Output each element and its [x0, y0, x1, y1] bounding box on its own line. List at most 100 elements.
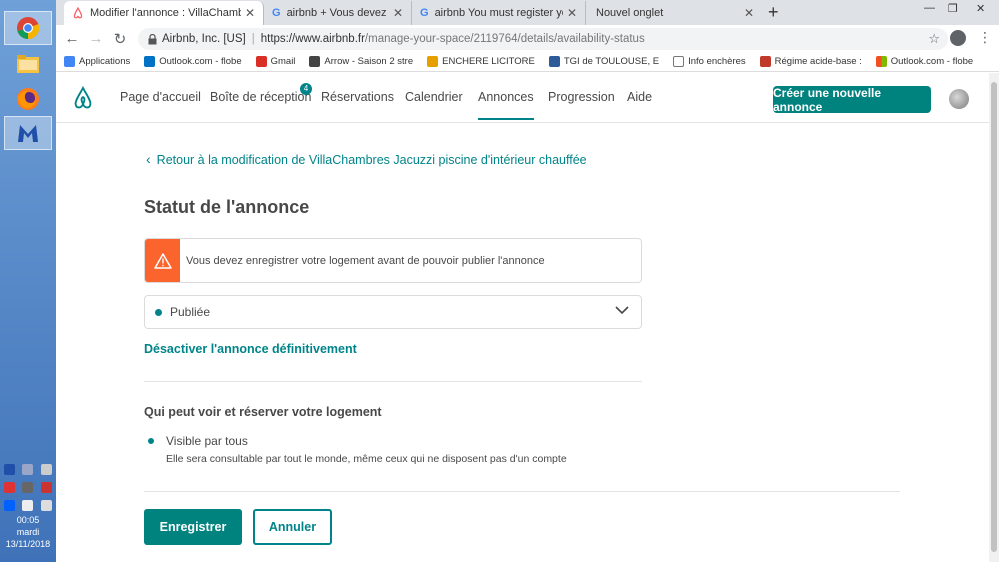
menu-kebab-icon[interactable]: ⋮ — [978, 29, 992, 46]
close-icon[interactable]: ✕ — [567, 6, 577, 20]
address-bar[interactable]: Airbnb, Inc. [US] | https://www.airbnb.f… — [138, 28, 948, 50]
tab-new-tab[interactable]: Nouvel onglet ✕ — [586, 1, 762, 25]
bookmark-label: Arrow - Saison 2 stre — [324, 56, 414, 67]
profile-icon[interactable] — [950, 30, 966, 46]
visibility-option-description: Elle sera consultable par tout le monde,… — [166, 453, 567, 465]
taskbar-clock[interactable]: 00:05 mardi 13/11/2018 — [0, 514, 56, 550]
forward-icon[interactable]: → — [84, 30, 108, 47]
nav-help[interactable]: Aide — [627, 90, 652, 104]
cancel-button[interactable]: Annuler — [253, 509, 332, 545]
bookmark-outlook-2[interactable]: Outlook.com - flobe — [875, 56, 973, 67]
signal-tray-icon[interactable] — [41, 463, 53, 475]
tab-strip: Modifier l'annonce : VillaChambres ✕ G a… — [56, 0, 999, 25]
bookmark-star-icon[interactable]: ☆ — [928, 31, 940, 47]
url-separator: | — [251, 33, 255, 45]
enchere-icon — [427, 56, 439, 67]
back-link-label: Retour à la modification de VillaChambre… — [156, 153, 587, 167]
malwarebytes-taskbar-icon[interactable] — [4, 116, 52, 150]
file-explorer-taskbar-icon[interactable] — [4, 47, 52, 81]
dropbox-tray-icon[interactable] — [3, 499, 15, 511]
malwarebytes-tray-icon[interactable] — [3, 463, 15, 475]
listing-status-select[interactable]: Publiée — [144, 295, 642, 329]
bookmark-gmail[interactable]: Gmail — [255, 56, 296, 67]
nav-progress[interactable]: Progression — [548, 90, 615, 104]
opera-tray-icon[interactable] — [3, 481, 15, 493]
google-icon: G — [272, 7, 281, 19]
visibility-radio[interactable] — [148, 438, 154, 444]
page-scrollbar[interactable] — [989, 73, 999, 562]
battery-tray-icon[interactable] — [22, 499, 34, 511]
warning-alert: Vous devez enregistrer votre logement av… — [144, 238, 642, 283]
reload-icon[interactable]: ↻ — [108, 30, 132, 48]
airbnb-logo-icon[interactable] — [72, 86, 94, 110]
firefox-taskbar-icon[interactable] — [4, 82, 52, 116]
outlook-icon — [144, 56, 156, 67]
tab-title: airbnb + Vous devez enregistrer — [286, 7, 389, 19]
status-dot-icon — [155, 308, 162, 316]
window-close-icon[interactable]: ✕ — [976, 2, 985, 15]
new-tab-button[interactable]: + — [768, 2, 779, 23]
bookmark-applications[interactable]: Applications — [64, 56, 130, 67]
bookmark-label: Applications — [79, 56, 131, 67]
clock-day: mardi — [16, 527, 40, 537]
arrow-site-icon — [309, 56, 321, 67]
tab-google-search-fr[interactable]: G airbnb + Vous devez enregistrer ✕ — [264, 1, 412, 25]
minimize-icon[interactable]: — — [924, 2, 935, 14]
airbnb-icon — [73, 7, 83, 19]
regime-icon — [759, 56, 771, 67]
chevron-down-icon — [615, 306, 629, 315]
close-icon[interactable]: ✕ — [744, 6, 754, 20]
nav-calendar[interactable]: Calendrier — [405, 90, 463, 104]
close-icon[interactable]: ✕ — [245, 6, 255, 20]
restore-icon[interactable]: ❐ — [948, 2, 958, 15]
lock-icon — [148, 33, 157, 44]
bookmark-tgi[interactable]: TGI de TOULOUSE, E — [548, 56, 659, 67]
browser-toolbar: ← → ↻ Airbnb, Inc. [US] | https://www.ai… — [56, 25, 999, 52]
tab-google-search-en[interactable]: G airbnb You must register your ho ✕ — [412, 1, 586, 25]
bookmark-regime[interactable]: Régime acide-base : — [759, 56, 862, 67]
system-tray-row-2 — [0, 479, 56, 495]
sync-tray-icon[interactable] — [22, 481, 34, 493]
create-listing-button[interactable]: Créer une nouvelle annonce — [773, 86, 931, 114]
bookmark-label: ENCHERE LICITORE — [442, 56, 535, 67]
nav-listings[interactable]: Annonces — [478, 90, 534, 120]
nav-reservations[interactable]: Réservations — [321, 90, 394, 104]
bookmark-info-encheres[interactable]: Info enchères — [673, 56, 746, 67]
back-icon[interactable]: ← — [60, 30, 84, 47]
close-icon[interactable]: ✕ — [393, 6, 403, 20]
section-divider — [144, 381, 642, 382]
volume-tray-icon[interactable] — [41, 499, 53, 511]
chevron-left-icon: ‹ — [146, 151, 151, 167]
system-tray-row-1 — [0, 461, 56, 477]
system-tray-row-3 — [0, 497, 56, 513]
microsoft-icon — [875, 56, 887, 67]
avatar[interactable] — [949, 89, 969, 109]
footer-divider — [144, 491, 900, 492]
network-tray-icon[interactable] — [22, 463, 34, 475]
windows-taskbar: 00:05 mardi 13/11/2018 — [0, 0, 56, 562]
visibility-section-title: Qui peut voir et réserver votre logement — [144, 405, 382, 419]
flag-tray-icon[interactable] — [41, 481, 53, 493]
clock-time: 00:05 — [16, 515, 40, 525]
airbnb-header: Page d'accueil Boîte de réception 4 Rése… — [56, 73, 999, 123]
bookmark-label: Gmail — [270, 56, 296, 67]
tgi-icon — [548, 56, 560, 67]
page-title: Statut de l'annonce — [144, 197, 310, 217]
nav-home[interactable]: Page d'accueil — [120, 90, 201, 104]
chrome-taskbar-icon[interactable] — [4, 11, 52, 45]
bookmark-label: Info enchères — [688, 56, 746, 67]
back-link[interactable]: ‹ Retour à la modification de VillaChambr… — [146, 151, 587, 167]
deactivate-listing-link[interactable]: Désactiver l'annonce définitivement — [144, 342, 357, 356]
bookmark-outlook[interactable]: Outlook.com - flobe — [144, 56, 242, 67]
url-host: https://www.airbnb.fr — [260, 33, 365, 45]
bookmark-enchere[interactable]: ENCHERE LICITORE — [427, 56, 535, 67]
status-value: Publiée — [170, 305, 211, 319]
nav-inbox[interactable]: Boîte de réception — [210, 90, 311, 104]
tab-title: Modifier l'annonce : VillaChambres — [90, 7, 241, 19]
tab-airbnb-listing[interactable]: Modifier l'annonce : VillaChambres ✕ — [64, 1, 264, 25]
scrollbar-thumb[interactable] — [991, 82, 997, 552]
save-button[interactable]: Enregistrer — [144, 509, 242, 545]
visibility-option-label[interactable]: Visible par tous — [166, 434, 248, 448]
bookmark-arrow[interactable]: Arrow - Saison 2 stre — [309, 56, 413, 67]
inbox-badge: 4 — [300, 83, 312, 95]
